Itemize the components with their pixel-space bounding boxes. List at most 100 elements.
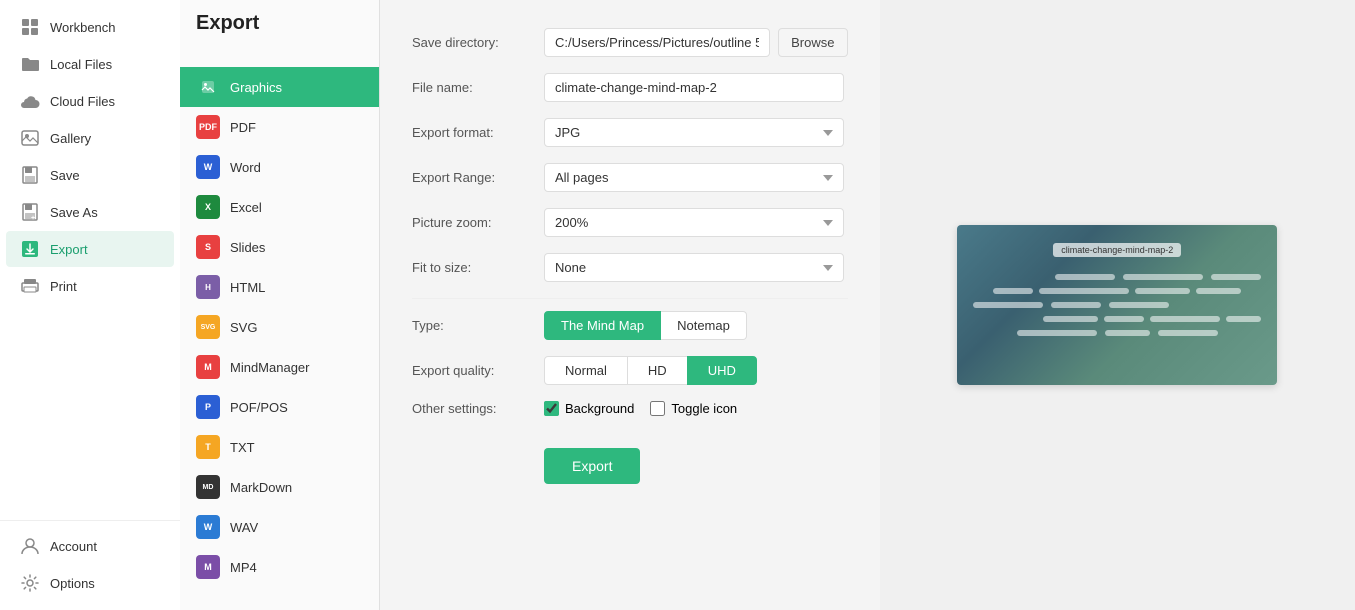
save-directory-label: Save directory:: [412, 35, 532, 50]
save-directory-input[interactable]: [544, 28, 770, 57]
format-label-html: HTML: [230, 280, 265, 295]
sidebar-item-account[interactable]: Account: [6, 528, 174, 564]
format-icon-html: H: [196, 275, 220, 299]
main-content: Export Graphics PDF PDF W Word X Excel: [180, 0, 1355, 610]
sidebar-label-account: Account: [50, 539, 97, 554]
format-icon-svg: SVG: [196, 315, 220, 339]
sidebar-label-cloud-files: Cloud Files: [50, 94, 115, 109]
cloud-icon: [20, 91, 40, 111]
format-icon-excel: X: [196, 195, 220, 219]
quality-btn-normal[interactable]: Normal: [544, 356, 628, 385]
sidebar-item-cloud-files[interactable]: Cloud Files: [6, 83, 174, 119]
sidebar-label-gallery: Gallery: [50, 131, 91, 146]
format-item-graphics[interactable]: Graphics: [180, 67, 379, 107]
format-icon-graphics: [196, 75, 220, 99]
preview-lines: [957, 225, 1277, 385]
type-label: Type:: [412, 318, 532, 333]
format-label-mindmanager: MindManager: [230, 360, 310, 375]
svg-text:+: +: [31, 215, 35, 221]
export-button-row: Export: [412, 432, 848, 484]
sidebar-item-options[interactable]: Options: [6, 565, 174, 601]
picture-zoom-select[interactable]: 100% 150% 200% 300%: [544, 208, 844, 237]
format-item-excel[interactable]: X Excel: [180, 187, 379, 227]
background-checkbox[interactable]: [544, 401, 559, 416]
export-range-label: Export Range:: [412, 170, 532, 185]
sidebar-item-export[interactable]: Export: [6, 231, 174, 267]
type-control: The Mind Map Notemap: [544, 311, 848, 340]
type-row: Type: The Mind Map Notemap: [412, 311, 848, 340]
quality-btn-uhd[interactable]: UHD: [687, 356, 757, 385]
fit-to-size-select[interactable]: None A4 Letter: [544, 253, 844, 282]
sidebar: Workbench Local Files Cloud Files: [0, 0, 180, 610]
sidebar-item-print[interactable]: Print: [6, 268, 174, 304]
format-icon-pdf: PDF: [196, 115, 220, 139]
type-btn-notemap[interactable]: Notemap: [661, 311, 747, 340]
print-icon: [20, 276, 40, 296]
preview-image: climate-change-mind-map-2: [957, 225, 1277, 385]
format-item-wav[interactable]: W WAV: [180, 507, 379, 547]
other-settings-row: Other settings: Background Toggle icon: [412, 401, 848, 416]
save-directory-row: Save directory: Browse: [412, 28, 848, 57]
picture-zoom-row: Picture zoom: 100% 150% 200% 300%: [412, 208, 848, 237]
fit-to-size-row: Fit to size: None A4 Letter: [412, 253, 848, 282]
format-icon-word: W: [196, 155, 220, 179]
export-format-row: Export format: JPG PNG BMP GIF: [412, 118, 848, 147]
other-settings-label: Other settings:: [412, 401, 532, 416]
gallery-icon: [20, 128, 40, 148]
file-name-label: File name:: [412, 80, 532, 95]
format-item-markdown[interactable]: MD MarkDown: [180, 467, 379, 507]
sidebar-item-workbench[interactable]: Workbench: [6, 9, 174, 45]
format-item-word[interactable]: W Word: [180, 147, 379, 187]
quality-row: Export quality: Normal HD UHD: [412, 356, 848, 385]
fit-to-size-control: None A4 Letter: [544, 253, 848, 282]
export-range-select[interactable]: All pages Current page: [544, 163, 844, 192]
picture-zoom-label: Picture zoom:: [412, 215, 532, 230]
toggle-icon-checkbox[interactable]: [650, 401, 665, 416]
quality-btn-hd[interactable]: HD: [628, 356, 687, 385]
preview-area: climate-change-mind-map-2: [880, 0, 1355, 610]
format-icon-pofpos: P: [196, 395, 220, 419]
sidebar-item-gallery[interactable]: Gallery: [6, 120, 174, 156]
sidebar-label-workbench: Workbench: [50, 20, 116, 35]
sidebar-label-export: Export: [50, 242, 88, 257]
format-icon-mindmanager: M: [196, 355, 220, 379]
format-item-txt[interactable]: T TXT: [180, 427, 379, 467]
toggle-icon-checkbox-item[interactable]: Toggle icon: [650, 401, 737, 416]
grid-icon: [20, 17, 40, 37]
quality-group: Normal HD UHD: [544, 356, 757, 385]
format-label-mp4: MP4: [230, 560, 257, 575]
settings-area: Save directory: Browse File name: Export…: [380, 0, 880, 610]
sidebar-item-save-as[interactable]: + Save As: [6, 194, 174, 230]
format-icon-mp4: M: [196, 555, 220, 579]
save-directory-control: Browse: [544, 28, 848, 57]
file-name-control: [544, 73, 848, 102]
quality-label: Export quality:: [412, 363, 532, 378]
sidebar-label-save: Save: [50, 168, 80, 183]
folder-icon: [20, 54, 40, 74]
toggle-icon-label: Toggle icon: [671, 401, 737, 416]
format-item-pdf[interactable]: PDF PDF: [180, 107, 379, 147]
sidebar-top: Workbench Local Files Cloud Files: [0, 8, 180, 520]
format-label-slides: Slides: [230, 240, 265, 255]
sidebar-item-local-files[interactable]: Local Files: [6, 46, 174, 82]
format-item-slides[interactable]: S Slides: [180, 227, 379, 267]
format-list: Export Graphics PDF PDF W Word X Excel: [180, 0, 380, 610]
file-name-input[interactable]: [544, 73, 844, 102]
format-item-mp4[interactable]: M MP4: [180, 547, 379, 587]
background-checkbox-item[interactable]: Background: [544, 401, 634, 416]
fit-to-size-label: Fit to size:: [412, 260, 532, 275]
format-item-mindmanager[interactable]: M MindManager: [180, 347, 379, 387]
format-item-html[interactable]: H HTML: [180, 267, 379, 307]
user-icon: [20, 536, 40, 556]
sidebar-label-local-files: Local Files: [50, 57, 112, 72]
format-label-txt: TXT: [230, 440, 255, 455]
export-icon: [20, 239, 40, 259]
format-label-excel: Excel: [230, 200, 262, 215]
export-format-select[interactable]: JPG PNG BMP GIF: [544, 118, 844, 147]
browse-button[interactable]: Browse: [778, 28, 847, 57]
sidebar-item-save[interactable]: Save: [6, 157, 174, 193]
format-item-pofpos[interactable]: P POF/POS: [180, 387, 379, 427]
export-button[interactable]: Export: [544, 448, 640, 484]
type-btn-mindmap[interactable]: The Mind Map: [544, 311, 661, 340]
format-item-svg[interactable]: SVG SVG: [180, 307, 379, 347]
